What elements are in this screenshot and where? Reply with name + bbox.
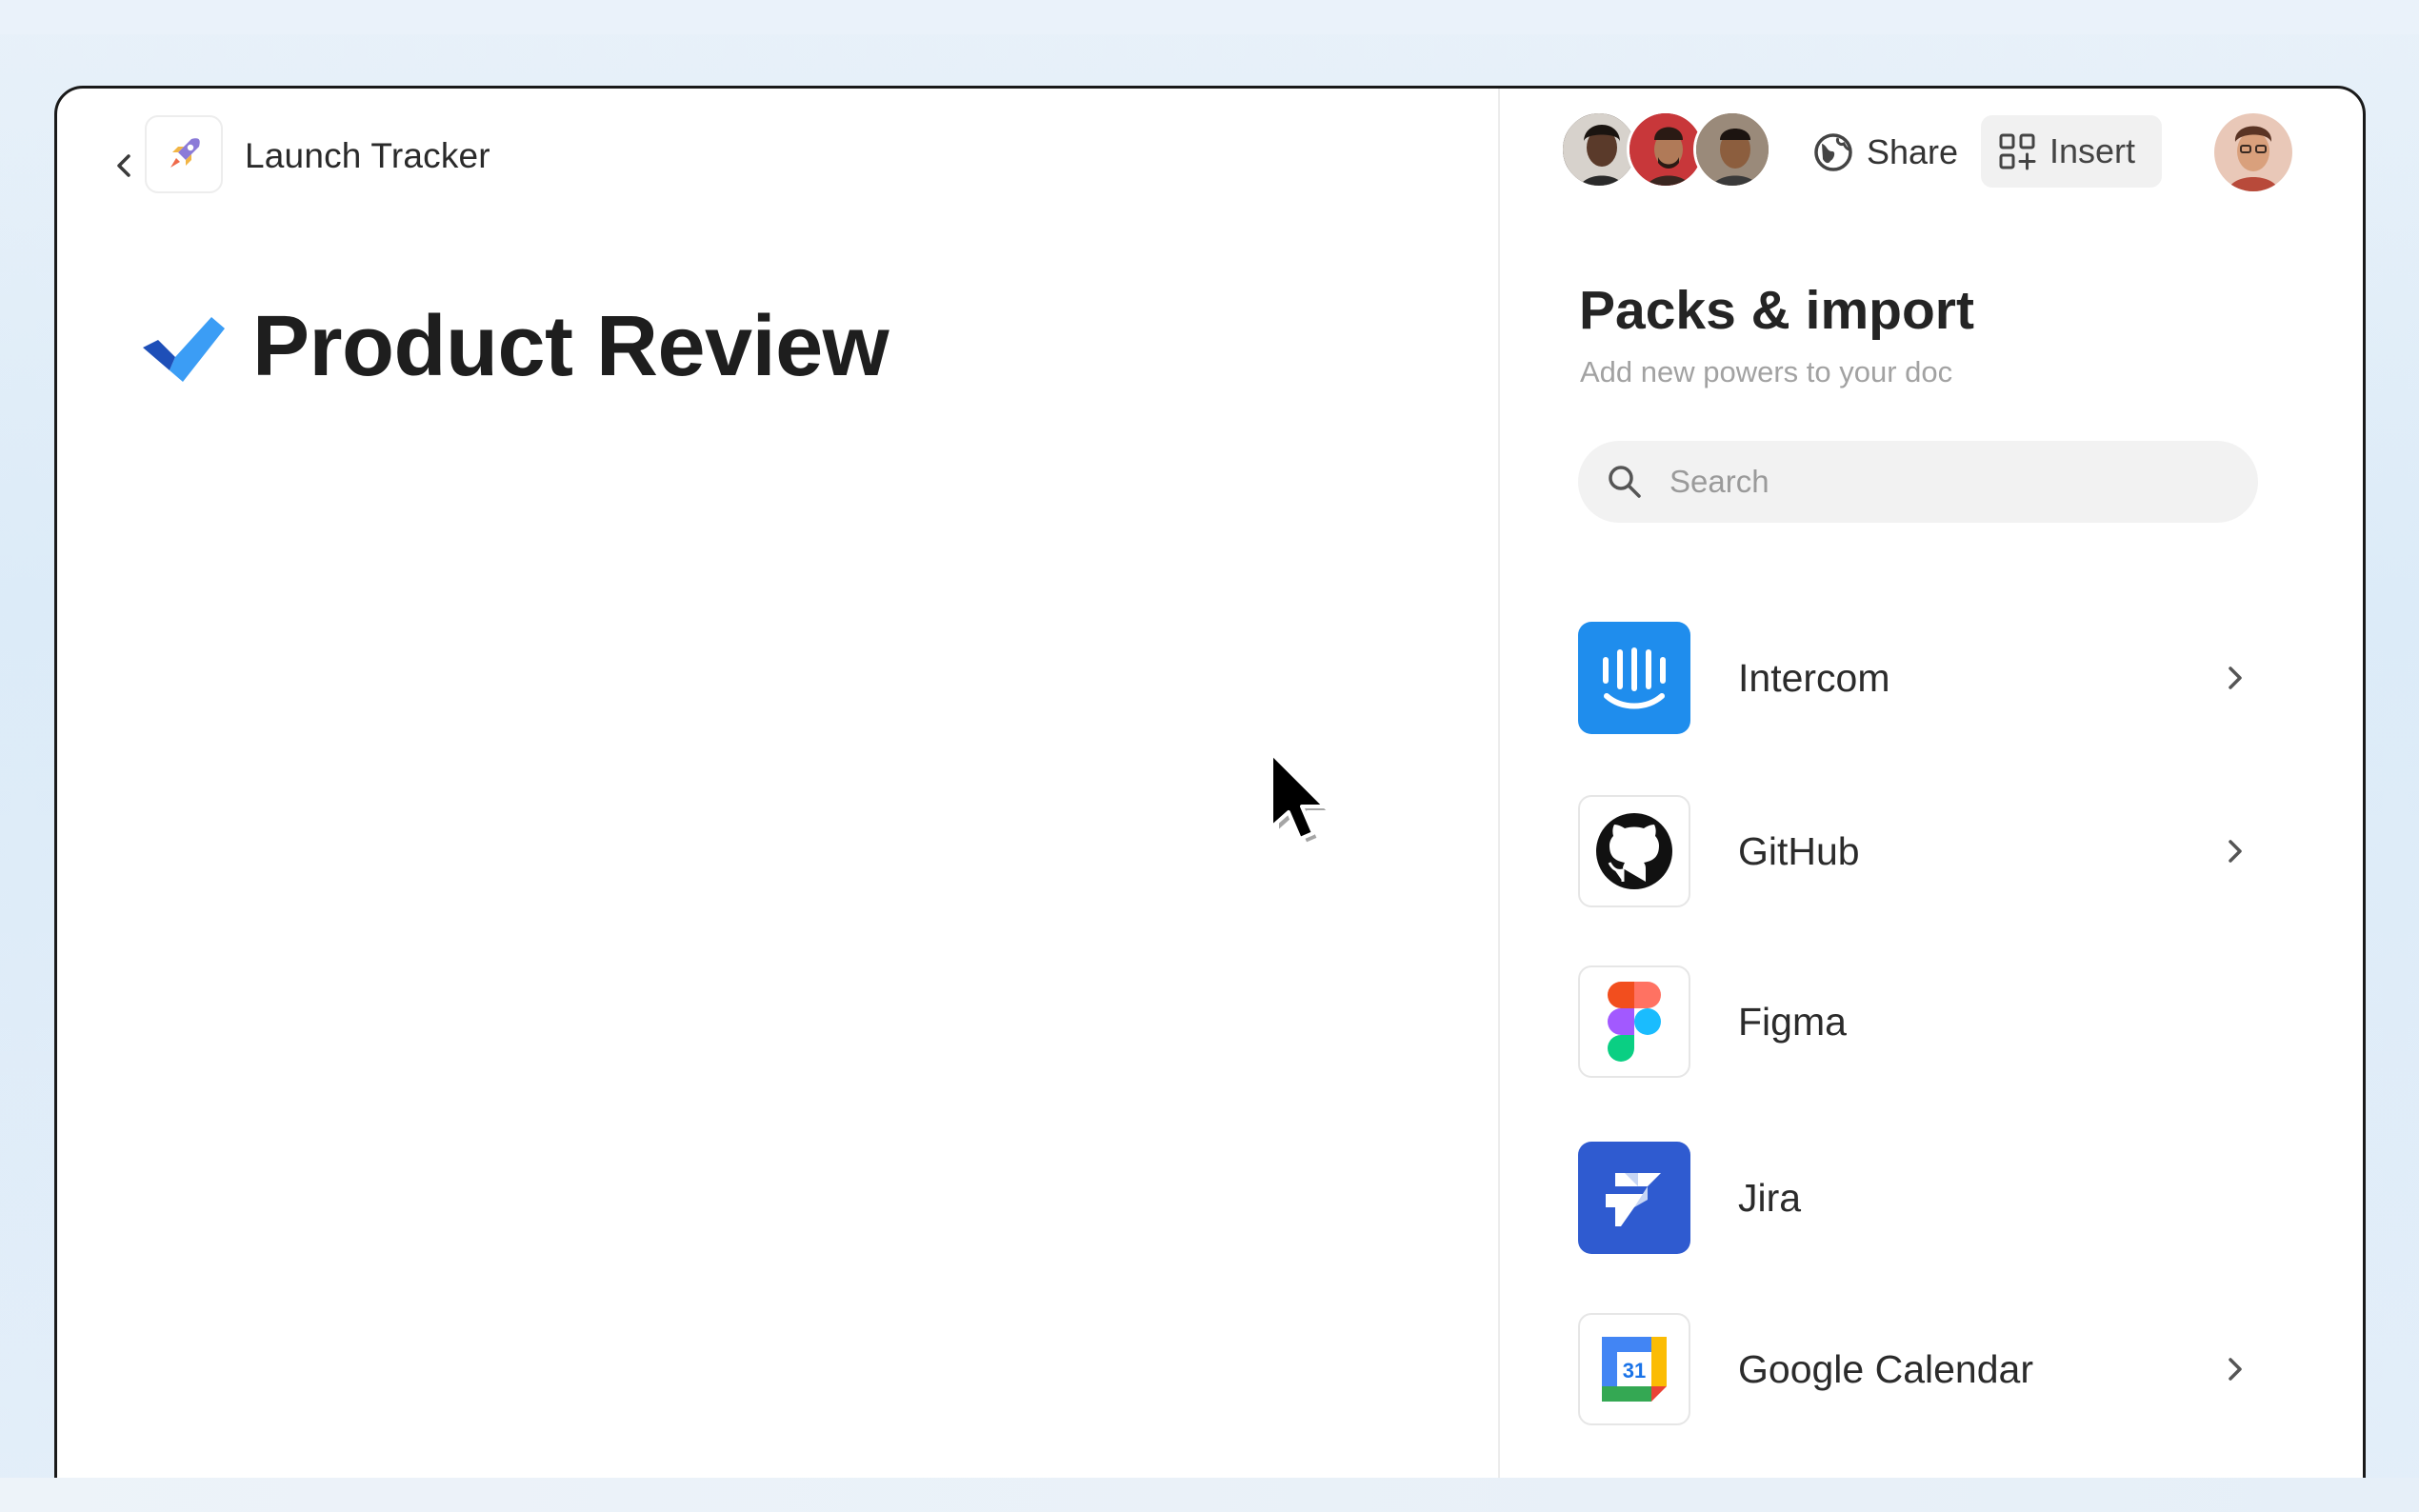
chevron-right-icon	[2216, 1350, 2254, 1388]
google-calendar-logo: 31	[1578, 1313, 1690, 1425]
pack-item-github[interactable]: GitHub	[1578, 794, 2283, 908]
mouse-cursor-icon	[1269, 751, 1332, 846]
app-window: Launch Tracker Product Review Share Inse…	[54, 86, 2366, 1512]
chevron-right-icon	[2216, 832, 2254, 870]
panel-divider	[1498, 89, 1500, 1512]
pack-item-intercom[interactable]: Intercom	[1578, 621, 2283, 735]
search-icon	[1609, 466, 1641, 498]
avatar[interactable]	[1693, 110, 1771, 189]
panel-title: Packs & import	[1579, 280, 1974, 341]
panel-subtitle: Add new powers to your doc	[1580, 355, 1953, 388]
jira-logo	[1578, 1142, 1690, 1254]
intercom-logo	[1578, 622, 1690, 734]
pack-name: GitHub	[1738, 828, 1860, 873]
page-heading[interactable]: Product Review	[252, 298, 890, 396]
figma-logo	[1578, 965, 1690, 1078]
pack-item-figma[interactable]: Figma	[1578, 965, 2283, 1079]
pack-item-google-calendar[interactable]: 31 Google Calendar	[1578, 1312, 2283, 1426]
github-logo	[1578, 795, 1690, 907]
background-top	[0, 0, 2419, 34]
pack-name: Google Calendar	[1738, 1346, 2033, 1391]
pack-name: Intercom	[1738, 655, 1890, 700]
doc-title[interactable]: Launch Tracker	[245, 136, 490, 176]
share-label: Share	[1867, 132, 1959, 171]
pack-name: Jira	[1738, 1175, 1802, 1220]
pack-name: Figma	[1738, 999, 1847, 1044]
pack-item-jira[interactable]: Jira	[1578, 1141, 2283, 1255]
rocket-icon	[170, 138, 200, 168]
background-bottom	[0, 1478, 2419, 1512]
insert-label: Insert	[2049, 131, 2136, 170]
checkmark-icon	[143, 317, 225, 382]
share-button[interactable]: Share	[1804, 119, 1966, 186]
doc-icon[interactable]	[145, 115, 223, 193]
back-button[interactable]	[107, 142, 141, 189]
search-box[interactable]	[1578, 441, 2258, 523]
chevron-right-icon	[2216, 659, 2254, 697]
user-avatar[interactable]	[2214, 113, 2292, 191]
collaborator-avatars[interactable]	[1560, 110, 1789, 192]
calendar-date-badge: 31	[1623, 1359, 1646, 1383]
chevron-left-icon	[117, 154, 130, 177]
globe-icon	[1814, 133, 1852, 171]
insert-button[interactable]: Insert	[1981, 115, 2162, 188]
grid-plus-icon	[1999, 133, 2036, 170]
search-input[interactable]	[1669, 464, 2203, 500]
